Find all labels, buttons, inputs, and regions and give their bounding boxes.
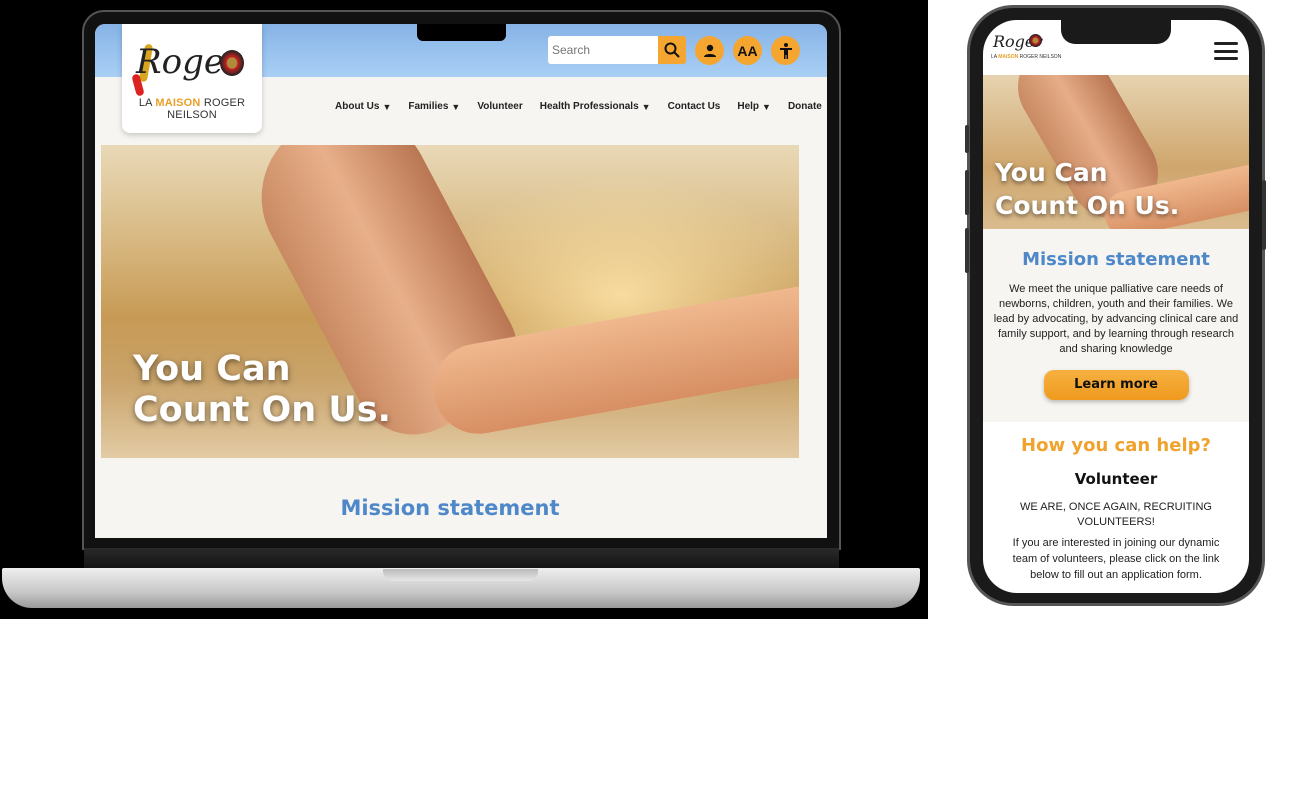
search-button[interactable]	[658, 36, 686, 64]
phone-button	[965, 170, 969, 215]
nav-contact-us[interactable]: Contact Us	[668, 101, 721, 112]
desktop-website: Roger LA MAISON ROGER NEILSON AA About U…	[95, 24, 827, 538]
nav-help[interactable]: Help ▼	[737, 101, 771, 112]
phone-notch	[1061, 20, 1171, 44]
mission-title: Mission statement	[1022, 249, 1210, 270]
mobile-hero-title: You Can Count On Us.	[995, 158, 1180, 220]
nav-families[interactable]: Families ▼	[408, 101, 460, 112]
user-icon	[703, 44, 716, 57]
hero-image: You Can Count On Us.	[101, 145, 799, 458]
nav-health-professionals[interactable]: Health Professionals ▼	[540, 101, 651, 112]
laptop-notch	[417, 24, 506, 41]
site-logo[interactable]: Roger LA MAISON ROGER NEILSON	[122, 24, 262, 133]
phone-button	[1262, 180, 1266, 250]
mobile-help-section: How you can help? Volunteer WE ARE, ONCE…	[983, 422, 1249, 583]
volunteer-text: If you are interested in joining our dyn…	[1012, 537, 1220, 581]
laptop-hinge	[84, 548, 839, 570]
search-input[interactable]	[548, 36, 658, 64]
mission-title: Mission statement	[340, 496, 560, 520]
chevron-down-icon: ▼	[762, 101, 771, 112]
senators-emblem-icon	[220, 50, 244, 76]
accessibility-icon	[779, 42, 792, 59]
learn-more-button[interactable]: Learn more	[1043, 370, 1189, 400]
mobile-website: Roger LA MAISON ROGER NEILSON You Can Cou…	[983, 20, 1249, 593]
accessibility-button[interactable]	[771, 36, 800, 65]
nav-volunteer[interactable]: Volunteer	[477, 101, 522, 112]
text-size-button[interactable]: AA	[733, 36, 762, 65]
phone-button	[965, 228, 969, 273]
laptop-groove	[383, 569, 538, 581]
nav-about-us[interactable]: About Us ▼	[335, 101, 391, 112]
hamburger-menu-icon[interactable]	[1214, 42, 1238, 60]
nav-donate[interactable]: Donate	[788, 101, 822, 112]
volunteer-title: Volunteer	[1074, 470, 1158, 488]
mission-text: We meet the unique palliative care needs…	[993, 283, 1239, 355]
mobile-logo[interactable]: Roger LA MAISON ROGER NEILSON	[991, 32, 1061, 66]
chevron-down-icon: ▼	[451, 101, 461, 112]
senators-emblem-icon	[1029, 34, 1042, 47]
logo-brand-text: LA MAISON ROGER NEILSON	[138, 97, 246, 121]
mobile-mission-section: Mission statement We meet the unique pal…	[983, 229, 1249, 422]
hero-title: You Can Count On Us.	[133, 349, 391, 430]
main-nav: About Us ▼ Families ▼ Volunteer Health Pro…	[335, 101, 822, 112]
chevron-down-icon: ▼	[382, 101, 392, 112]
logo-brand-text: LA MAISON ROGER NEILSON	[991, 54, 1062, 60]
account-button[interactable]	[695, 36, 724, 65]
volunteer-recruiting-text: WE ARE, ONCE AGAIN, RECRUITING VOLUNTEER…	[1020, 501, 1212, 528]
chevron-down-icon: ▼	[641, 101, 651, 112]
phone-button	[965, 125, 969, 153]
help-title: How you can help?	[1021, 435, 1211, 456]
text-size-icon: AA	[737, 42, 758, 59]
search-icon	[664, 42, 680, 58]
